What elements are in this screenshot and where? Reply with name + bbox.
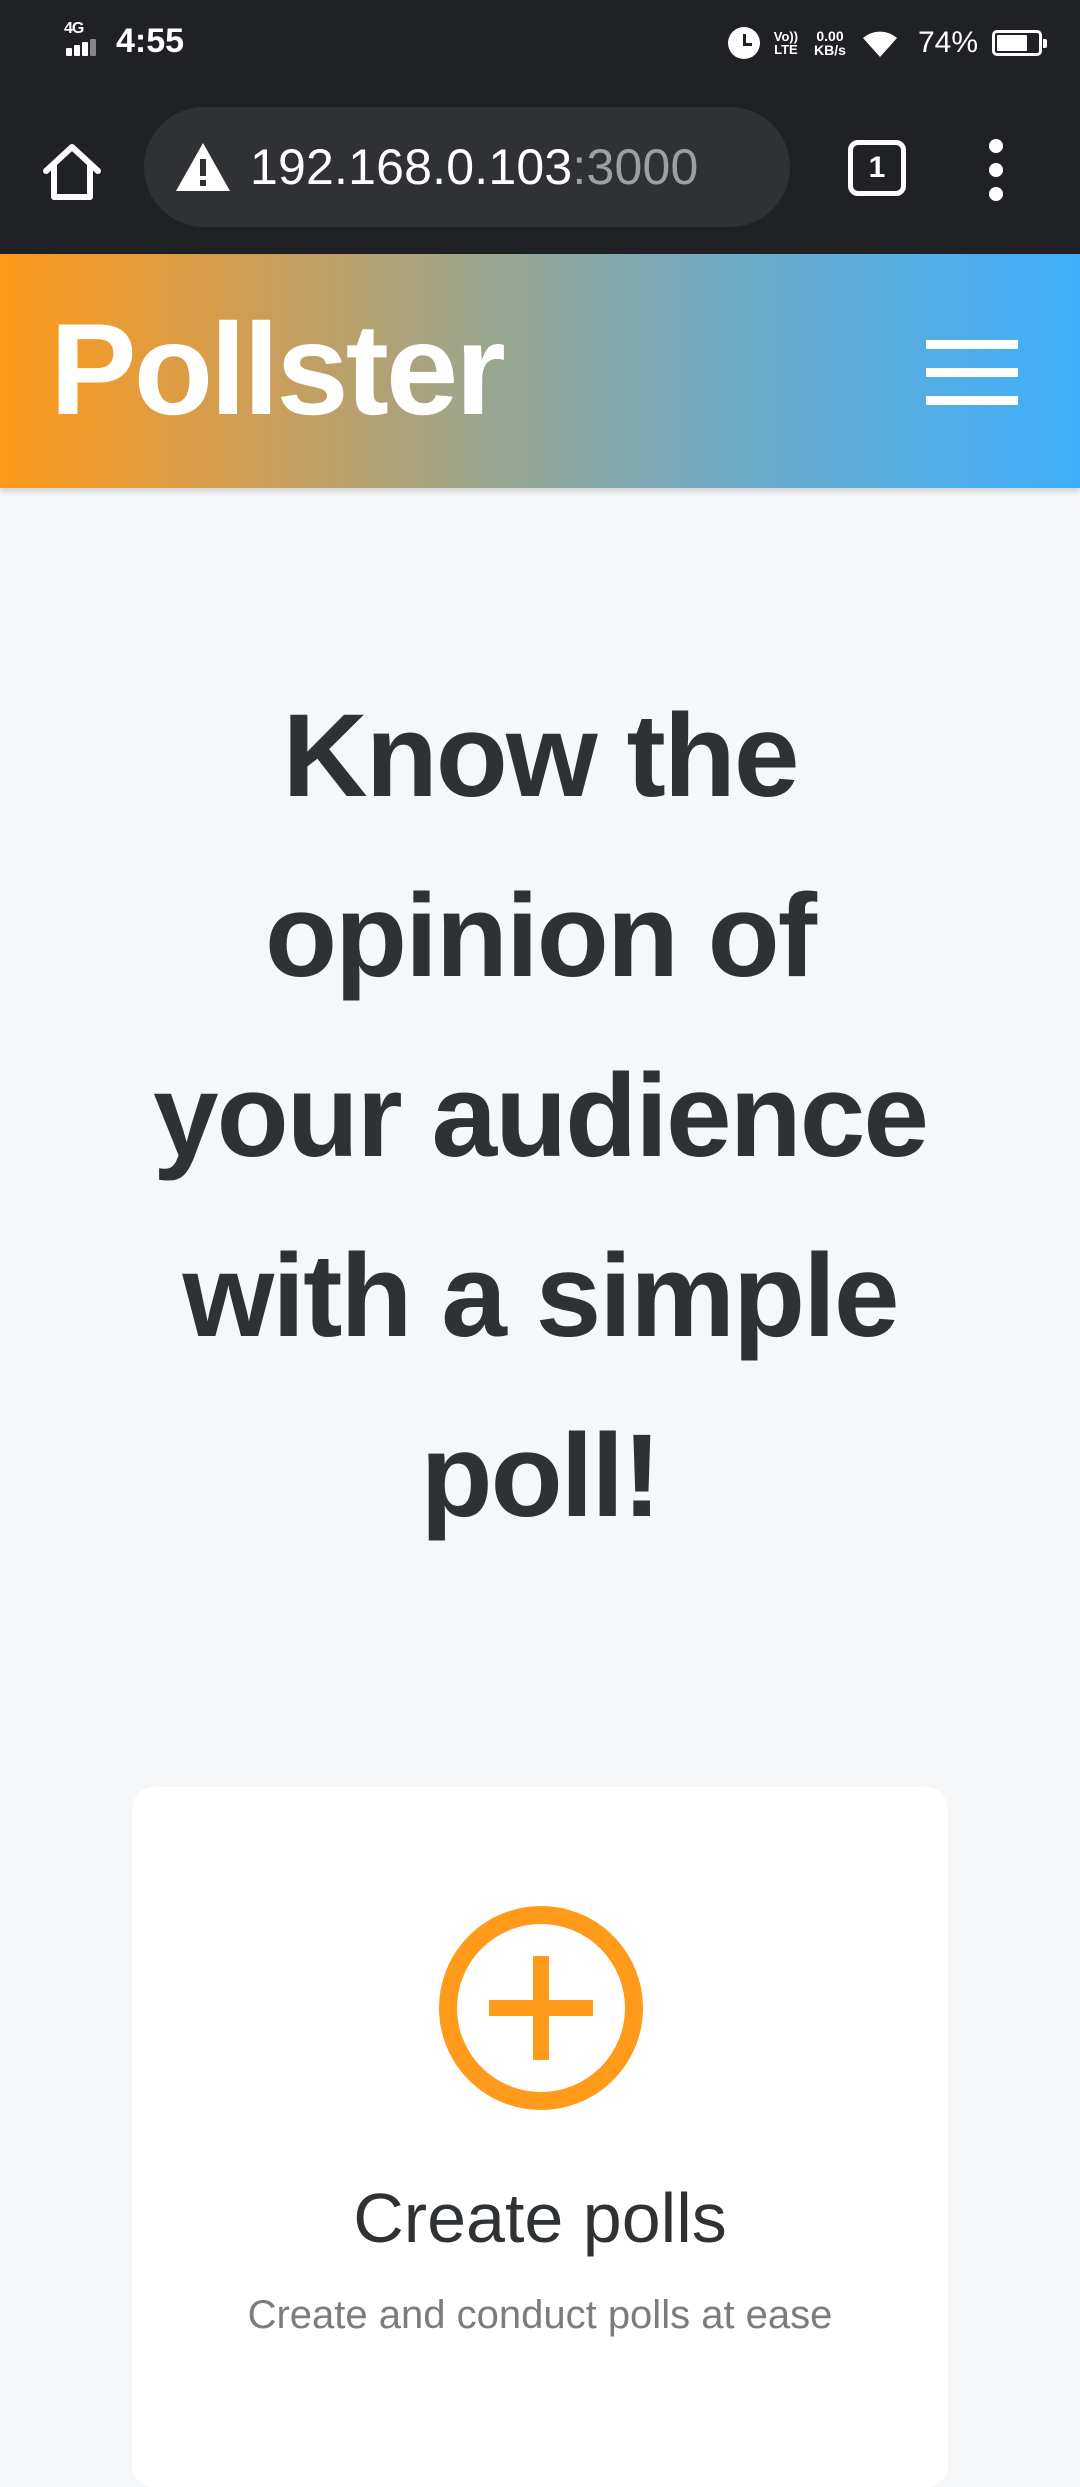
alarm-icon: [727, 27, 760, 59]
browser-toolbar: 192.168.0.103:3000 1: [0, 87, 1080, 254]
network-speed: 0.00 KB/s: [814, 29, 846, 57]
home-button[interactable]: [36, 137, 108, 209]
battery-fill: [997, 35, 1027, 51]
status-bar: 4G 4:55 Vo)) LTE 0.00 KB/s 74%: [0, 0, 1080, 87]
feature-title: Create polls: [353, 2179, 727, 2257]
battery-icon: [992, 30, 1047, 56]
hero-title: Know the opinion of your audience with a…: [152, 690, 929, 1542]
volte-indicator: Vo)) LTE: [774, 30, 798, 56]
site-header: Pollster: [0, 254, 1080, 488]
wifi-icon: [862, 31, 897, 57]
brand-logo[interactable]: Pollster: [50, 294, 506, 444]
url-host: 192.168.0.103: [250, 139, 573, 195]
warning-icon[interactable]: [174, 141, 232, 193]
status-time: 4:55: [116, 22, 185, 60]
cellular-signal-icon: 4G: [62, 18, 108, 64]
status-right: Vo)) LTE 0.00 KB/s 74%: [727, 20, 1047, 66]
plus-circle-icon: [439, 1906, 643, 2110]
battery-percent: 74%: [917, 26, 978, 59]
speed-value: 0.00: [816, 28, 844, 44]
status-left: 4G 4:55: [62, 18, 184, 64]
speed-unit: KB/s: [814, 42, 846, 58]
url-text[interactable]: 192.168.0.103:3000: [250, 138, 698, 196]
url-port: :3000: [572, 139, 699, 195]
network-type: 4G: [64, 20, 84, 37]
more-options-icon[interactable]: [982, 139, 1012, 201]
hamburger-menu-icon[interactable]: [926, 340, 1018, 406]
tab-switcher-button[interactable]: 1: [848, 140, 906, 196]
volte-bottom: LTE: [774, 42, 798, 57]
address-bar[interactable]: 192.168.0.103:3000: [144, 107, 790, 227]
feature-card: Create polls Create and conduct polls at…: [132, 1787, 948, 2487]
feature-description: Create and conduct polls at ease: [247, 2293, 833, 2337]
tab-count: 1: [868, 151, 886, 184]
